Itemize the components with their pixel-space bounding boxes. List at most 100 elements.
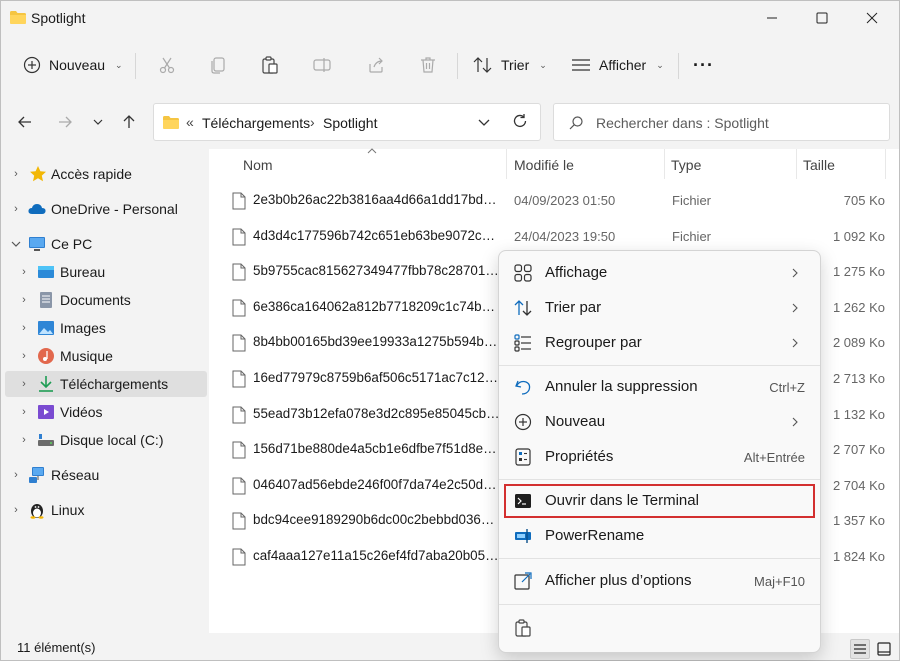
menu-item-sort-by[interactable]: Trier par (505, 291, 814, 325)
maximize-button[interactable] (799, 1, 845, 35)
nav-item-quick-access[interactable]: › Accès rapide (5, 161, 207, 187)
recent-locations-button[interactable] (85, 109, 111, 135)
tiles-view-button[interactable] (874, 639, 894, 659)
chevron-right-icon[interactable]: › (19, 294, 29, 306)
nav-item-music[interactable]: › Musique (5, 343, 207, 369)
delete-button[interactable] (414, 51, 442, 79)
nav-item-desktop[interactable]: › Bureau (5, 259, 207, 285)
videos-icon (38, 405, 54, 419)
share-button[interactable] (362, 51, 390, 79)
copy-button[interactable] (204, 51, 232, 79)
menu-label: Annuler la suppression (545, 378, 698, 395)
clipboard-icon (262, 56, 278, 74)
file-row[interactable]: 2e3b0b26ac22b3816aa4d66a1dd17bdd9... 04/0… (227, 183, 887, 219)
menu-item-new[interactable]: Nouveau (505, 405, 814, 439)
divider (678, 53, 679, 79)
cut-button[interactable] (153, 51, 181, 79)
menu-item-undo-delete[interactable]: Annuler la suppression Ctrl+Z (505, 370, 814, 404)
chevron-right-icon[interactable]: › (11, 203, 21, 215)
menu-label: Regrouper par (545, 334, 642, 351)
chevron-right-icon[interactable]: › (19, 406, 29, 418)
chevron-right-icon[interactable]: › (19, 322, 29, 334)
file-name: 4d3d4c177596b742c651eb63be9072c28... (253, 227, 501, 243)
nav-label: Téléchargements (60, 376, 169, 392)
menu-label: Afficher plus d’options (545, 572, 692, 589)
chevron-right-icon[interactable]: › (19, 350, 29, 362)
file-size: 1 132 Ko (832, 406, 885, 422)
chevron-right-icon[interactable]: › (11, 504, 21, 516)
nav-item-downloads[interactable]: › Téléchargements (5, 371, 207, 397)
nav-item-local-disk[interactable]: › Disque local (C:) (5, 427, 207, 453)
arrow-up-icon (123, 115, 135, 128)
file-modified: 04/09/2023 01:50 (514, 193, 616, 208)
menu-item-show-more-options[interactable]: Afficher plus d’options Maj+F10 (505, 564, 814, 598)
back-button[interactable] (12, 109, 38, 135)
column-header-size[interactable]: Taille (803, 157, 835, 173)
sort-label: Trier (501, 57, 530, 73)
menu-item-open-in-terminal[interactable]: Ouvrir dans le Terminal (504, 484, 815, 518)
refresh-button[interactable] (507, 108, 533, 134)
column-divider[interactable] (664, 149, 665, 179)
tiles-view-icon (877, 642, 891, 656)
chevron-down-icon[interactable] (476, 114, 492, 130)
nav-item-network[interactable]: › Réseau (5, 462, 207, 488)
view-button[interactable]: Afficher ⌄ (571, 51, 664, 79)
chevron-right-icon[interactable]: › (11, 469, 21, 481)
forward-button[interactable] (52, 109, 78, 135)
network-icon (29, 467, 44, 483)
column-header-name[interactable]: Nom (243, 157, 273, 173)
grid-icon (514, 264, 532, 282)
folder-icon (10, 11, 26, 24)
column-header-modified[interactable]: Modifié le (514, 157, 574, 173)
menu-item-properties[interactable]: Propriétés Alt+Entrée (505, 440, 814, 474)
nav-label: Disque local (C:) (60, 432, 164, 448)
column-header-type[interactable]: Type (671, 157, 701, 173)
chevron-down-icon[interactable] (11, 239, 21, 249)
menu-item-group-by[interactable]: Regrouper par (505, 326, 814, 360)
file-name: 046407ad56ebde246f00f7da74e2c50d7b... (253, 476, 501, 492)
overflow-chevron-icon[interactable]: « (186, 114, 194, 130)
file-size: 1 262 Ko (832, 299, 885, 315)
search-box[interactable] (553, 103, 890, 141)
sort-icon (514, 300, 532, 316)
group-icon (514, 334, 531, 352)
rename-icon (313, 58, 331, 72)
details-view-button[interactable] (850, 639, 870, 659)
chevron-right-icon[interactable]: › (19, 434, 29, 446)
new-button[interactable]: Nouveau ⌄ (23, 51, 123, 79)
nav-item-linux[interactable]: › Linux (5, 497, 207, 523)
folder-icon (163, 116, 179, 129)
up-button[interactable] (116, 109, 142, 135)
clipboard-icon (515, 619, 531, 637)
search-input[interactable] (596, 113, 876, 133)
more-options-button[interactable]: ··· (693, 51, 714, 79)
column-divider[interactable] (506, 149, 507, 179)
nav-item-pictures[interactable]: › Images (5, 315, 207, 341)
menu-label: Ouvrir dans le Terminal (545, 492, 699, 509)
nav-item-videos[interactable]: › Vidéos (5, 399, 207, 425)
sort-button[interactable]: Trier ⌄ (473, 51, 547, 79)
view-label: Afficher (599, 57, 647, 73)
file-size: 1 824 Ko (832, 549, 885, 564)
nav-item-this-pc[interactable]: Ce PC (5, 231, 207, 257)
chevron-right-icon[interactable]: › (19, 266, 29, 278)
menu-item-view[interactable]: Affichage (505, 256, 814, 290)
column-divider[interactable] (885, 149, 886, 179)
minimize-button[interactable] (749, 1, 795, 35)
nav-item-documents[interactable]: › Documents (5, 287, 207, 313)
file-size: 2 089 Ko (832, 335, 885, 351)
address-bar[interactable]: « Téléchargements › Spotlight (153, 103, 541, 141)
menu-item-copy[interactable] (505, 611, 539, 645)
chevron-right-icon[interactable]: › (19, 378, 29, 390)
nav-item-onedrive[interactable]: › OneDrive - Personal (5, 196, 207, 222)
menu-item-powerrename[interactable]: PowerRename (505, 519, 814, 553)
breadcrumb-downloads[interactable]: Téléchargements (202, 115, 310, 131)
paste-button[interactable] (256, 51, 284, 79)
menu-separator (499, 604, 820, 605)
close-button[interactable] (849, 1, 895, 35)
rename-button[interactable] (308, 51, 336, 79)
divider (135, 53, 136, 79)
chevron-right-icon[interactable]: › (11, 168, 21, 180)
column-divider[interactable] (796, 149, 797, 179)
breadcrumb-spotlight[interactable]: Spotlight (323, 115, 377, 131)
